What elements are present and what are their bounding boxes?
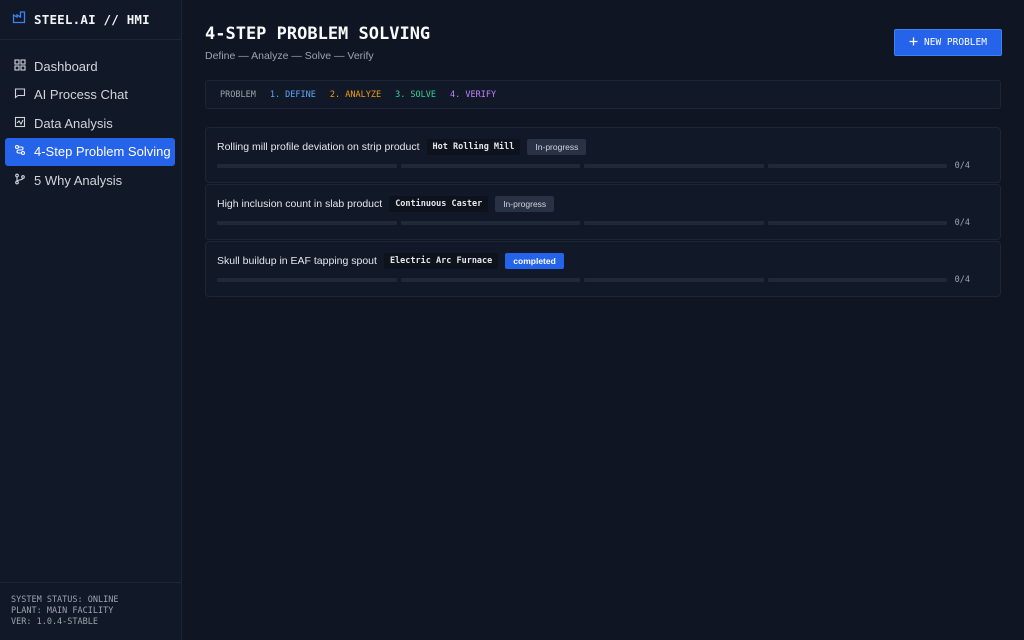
area-tag: Electric Arc Furnace: [383, 252, 499, 269]
sidebar-item-dashboard[interactable]: Dashboard: [5, 52, 175, 80]
sidebar-item-5-why-analysis[interactable]: 5 Why Analysis: [5, 166, 175, 194]
system-status: SYSTEM STATUS: ONLINE: [11, 595, 119, 605]
sidebar-item-label: Dashboard: [34, 58, 98, 74]
new-problem-button[interactable]: NEW PROBLEM: [894, 29, 1002, 56]
progress-segment: [217, 164, 397, 168]
legend-step-solve: 3. SOLVE: [395, 89, 437, 100]
chart-icon: [14, 116, 26, 131]
status-badge: In-progress: [495, 195, 555, 212]
step-progress: [217, 278, 947, 282]
factory-icon: [12, 10, 26, 29]
problem-title: High inclusion count in slab product: [217, 197, 383, 210]
step-progress: [217, 221, 947, 225]
page-subtitle: Define — Analyze — Solve — Verify: [205, 50, 374, 62]
main-content: 4-STEP PROBLEM SOLVING Define — Analyze …: [183, 0, 1024, 640]
sidebar-item-data-analysis[interactable]: Data Analysis: [5, 109, 175, 137]
sidebar: STEEL.AI // HMI Dashboard AI Process Cha…: [0, 0, 182, 640]
progress-count: 0/4: [954, 275, 970, 285]
problem-card[interactable]: Rolling mill profile deviation on strip …: [205, 127, 1001, 183]
status-badge: In-progress: [527, 138, 587, 155]
plant-name: PLANT: MAIN FACILITY: [11, 606, 114, 616]
progress-segment: [217, 221, 397, 225]
progress-segment: [584, 164, 764, 168]
progress-segment: [400, 278, 580, 282]
progress-segment: [584, 221, 764, 225]
progress-segment: [217, 278, 397, 282]
problem-title: Rolling mill profile deviation on strip …: [217, 140, 420, 153]
sidebar-item-label: 4-Step Problem Solving: [34, 144, 171, 159]
step-progress: [217, 164, 947, 168]
progress-segment: [767, 164, 947, 168]
sidebar-item-label: AI Process Chat: [34, 87, 128, 102]
sidebar-item-ai-process-chat[interactable]: AI Process Chat: [5, 81, 175, 109]
progress-segment: [767, 278, 947, 282]
problem-card[interactable]: Skull buildup in EAF tapping spout Elect…: [205, 241, 1001, 297]
version: VER: 1.0.4-STABLE: [11, 617, 98, 627]
route-icon: [14, 144, 26, 159]
branch-icon: [14, 173, 26, 188]
problem-card[interactable]: High inclusion count in slab product Con…: [205, 184, 1001, 240]
chat-icon: [14, 87, 26, 102]
progress-segment: [400, 164, 580, 168]
area-tag: Hot Rolling Mill: [426, 138, 521, 155]
progress-segment: [584, 278, 764, 282]
plus-icon: [909, 37, 918, 49]
progress-count: 0/4: [954, 218, 970, 228]
new-problem-label: NEW PROBLEM: [924, 37, 987, 48]
sidebar-nav: Dashboard AI Process Chat Data Analysis …: [0, 40, 181, 194]
step-legend: PROBLEM 1. DEFINE 2. ANALYZE 3. SOLVE 4.…: [205, 80, 1001, 109]
progress-segment: [767, 221, 947, 225]
sidebar-item-label: 5 Why Analysis: [34, 172, 123, 188]
brand-title: STEEL.AI // HMI: [34, 12, 150, 27]
progress-segment: [400, 221, 580, 225]
legend-step-verify: 4. VERIFY: [450, 89, 497, 100]
status-badge: completed: [505, 252, 564, 269]
problem-title: Skull buildup in EAF tapping spout: [217, 254, 377, 267]
system-status-panel: SYSTEM STATUS: ONLINE PLANT: MAIN FACILI…: [0, 582, 182, 640]
grid-icon: [14, 58, 26, 74]
legend-step-define: 1. DEFINE: [269, 89, 316, 100]
legend-step-analyze: 2. ANALYZE: [329, 89, 382, 100]
sidebar-item-4-step-problem-solving[interactable]: 4-Step Problem Solving: [5, 137, 175, 166]
area-tag: Continuous Caster: [389, 195, 489, 212]
sidebar-item-label: Data Analysis: [34, 115, 113, 131]
brand: STEEL.AI // HMI: [0, 0, 181, 40]
legend-label: PROBLEM: [220, 89, 256, 100]
progress-count: 0/4: [954, 161, 970, 171]
page-title: 4-STEP PROBLEM SOLVING: [205, 24, 431, 44]
